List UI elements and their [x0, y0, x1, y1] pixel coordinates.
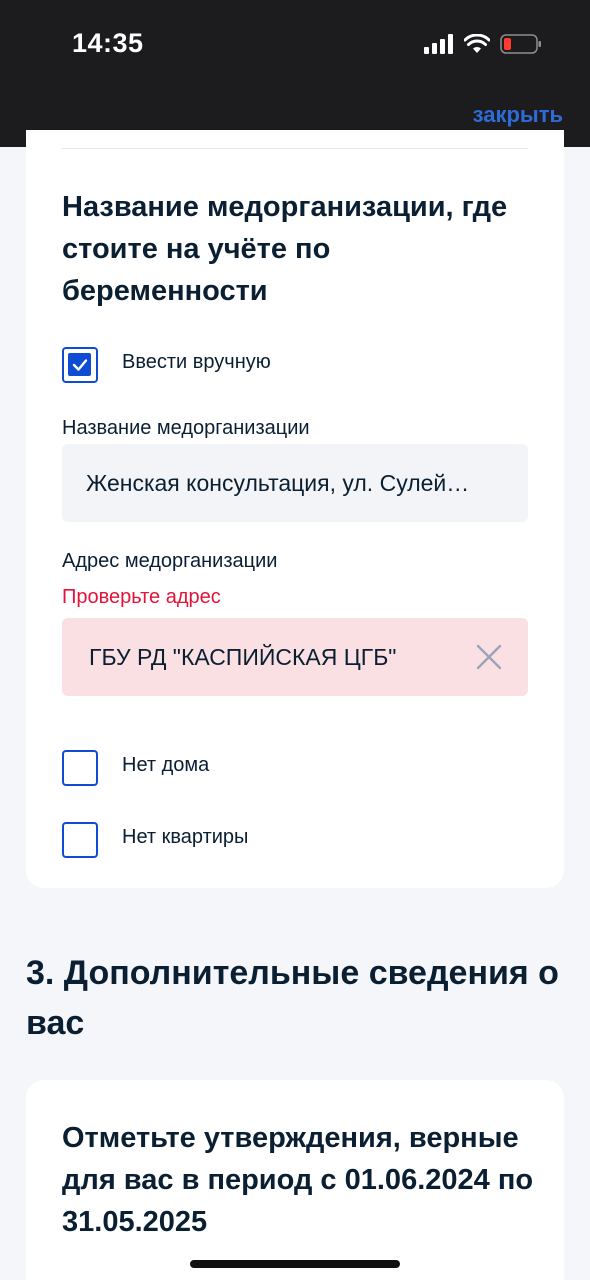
signal-icon — [424, 34, 453, 54]
statements-title: Отметьте утверждения, верные для вас в п… — [62, 1122, 534, 1238]
statements-card: Отметьте утверждения, верные для вас в п… — [26, 1080, 564, 1280]
wifi-icon — [464, 34, 490, 53]
address-error-message: Проверьте адрес — [62, 586, 221, 608]
manual-entry-label: Ввести вручную — [122, 351, 271, 373]
org-name-label: Название медорганизации — [62, 417, 310, 439]
no-house-label: Нет дома — [122, 754, 210, 776]
section-title: Название медорганизации, где стоите на у… — [62, 191, 508, 307]
clear-icon[interactable] — [474, 642, 504, 672]
no-house-checkbox[interactable] — [62, 750, 98, 786]
org-name-value: Женская консультация, ул. Сулей… — [86, 469, 470, 496]
status-time: 14:35 — [72, 28, 144, 58]
manual-entry-checkbox[interactable] — [62, 347, 98, 383]
status-icons — [424, 32, 542, 56]
org-address-input[interactable]: ГБУ РД "КАСПИЙСКАЯ ЦГБ" — [62, 618, 528, 696]
section-heading: 3. Дополнительные сведения о вас — [26, 954, 559, 1042]
home-indicator — [190, 1260, 400, 1268]
close-button[interactable]: закрыть — [473, 102, 563, 128]
org-address-label: Адрес медорганизации — [62, 550, 278, 572]
divider — [62, 148, 528, 149]
top-bar: 14:35 закрыть — [0, 0, 590, 147]
org-name-input[interactable]: Женская консультация, ул. Сулей… — [62, 444, 528, 522]
checkmark-icon — [68, 353, 91, 376]
battery-icon — [500, 34, 541, 54]
no-flat-label: Нет квартиры — [122, 826, 249, 848]
org-address-value: ГБУ РД "КАСПИЙСКАЯ ЦГБ" — [89, 643, 397, 670]
no-flat-checkbox[interactable] — [62, 822, 98, 858]
org-card: Название медорганизации, где стоите на у… — [26, 130, 564, 888]
